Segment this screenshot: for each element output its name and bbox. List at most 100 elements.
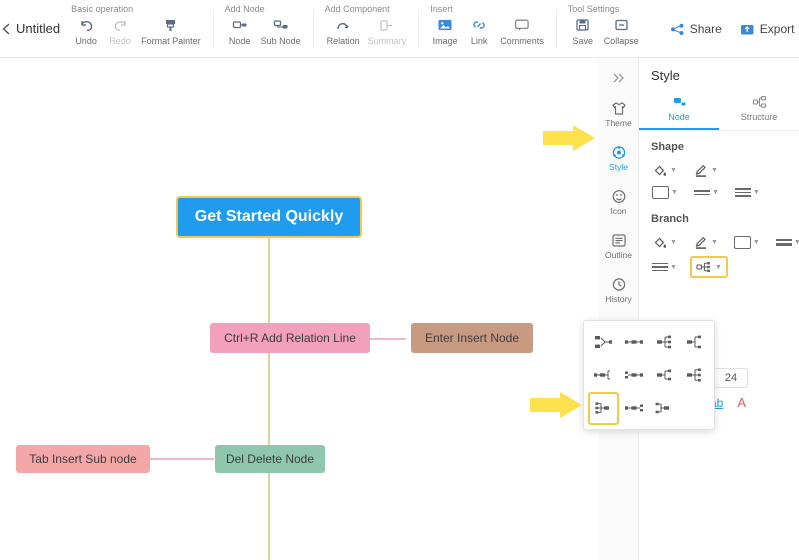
structure-option-empty — [680, 392, 711, 425]
mindmap-node-enter-insert[interactable]: Enter Insert Node — [411, 323, 533, 353]
branch-shape-control[interactable]: ▼ — [731, 234, 763, 251]
theme-shirt-icon — [611, 101, 627, 116]
structure-option[interactable] — [619, 325, 650, 358]
sub-node-icon — [273, 16, 289, 34]
format-painter-icon — [163, 16, 178, 34]
group-title: Add Node — [224, 4, 265, 14]
collapse-icon — [614, 16, 629, 34]
sidebar-item-label: Style — [609, 161, 628, 172]
toolbar-group-add-component: Add Component Relation Summary — [314, 0, 420, 58]
toolbar-group-add-node: Add Node Node Sub Node — [214, 0, 314, 58]
tab-structure[interactable]: Structure — [719, 91, 799, 130]
add-relation-button[interactable]: Relation — [323, 16, 364, 46]
toolbar-group-tool-settings: Tool Settings Save Collapse — [557, 0, 652, 58]
paint-bucket-icon — [652, 163, 668, 178]
sidebar-item-outline[interactable]: Outline — [599, 224, 639, 268]
line-weight-icon — [775, 239, 792, 246]
style-palette-icon — [611, 145, 627, 160]
mindmap-node-del-delete[interactable]: Del Delete Node — [215, 445, 325, 473]
paint-bucket-icon — [652, 235, 668, 250]
structure-option-selected[interactable] — [588, 391, 619, 425]
back-chevron-icon — [2, 23, 10, 35]
outline-icon — [611, 233, 627, 248]
structure-option[interactable] — [619, 392, 650, 425]
chevron-down-icon: ▼ — [714, 263, 722, 271]
double-chevron-right-icon — [613, 73, 624, 83]
collapse-label: Collapse — [603, 36, 639, 46]
chevron-down-icon: ▼ — [752, 239, 760, 246]
document-title[interactable]: Untitled — [16, 0, 60, 36]
tab-node-label: Node — [668, 112, 690, 122]
format-painter-button[interactable]: Format Painter — [137, 16, 205, 46]
pen-color-icon — [693, 163, 709, 178]
line-style-icon — [734, 188, 751, 197]
fill-color-control[interactable]: ▼ — [649, 161, 680, 180]
branch-structure-control[interactable]: ▼ — [689, 256, 728, 278]
structure-option[interactable] — [649, 325, 680, 358]
chevron-down-icon: ▼ — [711, 189, 719, 196]
font-color-button[interactable]: A — [737, 395, 746, 410]
branch-section-title: Branch — [651, 213, 689, 225]
redo-button[interactable]: Redo — [103, 16, 137, 46]
mindmap-canvas[interactable]: Get Started Quickly Ctrl+R Add Relation … — [0, 58, 599, 560]
structure-option[interactable] — [680, 358, 711, 391]
mindmap-root-node[interactable]: Get Started Quickly — [176, 196, 362, 238]
branch-fill-control[interactable]: ▼ — [649, 233, 680, 252]
right-icon-rail: Theme Style Icon Outline History — [599, 58, 639, 560]
structure-option[interactable] — [588, 358, 619, 391]
insert-link-button[interactable]: Link — [462, 16, 496, 46]
panel-collapse-button[interactable] — [599, 64, 639, 92]
arrow-to-structure-option — [530, 392, 584, 422]
insert-comments-button[interactable]: Comments — [496, 16, 548, 46]
sidebar-item-style[interactable]: Style — [599, 136, 639, 180]
panel-title: Style — [651, 68, 680, 83]
chevron-down-icon: ▼ — [793, 239, 799, 246]
text-color-control[interactable]: ▼ — [690, 161, 721, 180]
chevron-down-icon: ▼ — [670, 263, 677, 271]
sidebar-item-history[interactable]: History — [599, 268, 639, 312]
border-color-icon — [693, 189, 710, 196]
redo-icon — [112, 16, 129, 34]
structure-option[interactable] — [588, 325, 619, 358]
add-node-button[interactable]: Node — [223, 16, 257, 46]
sidebar-item-icon[interactable]: Icon — [599, 180, 639, 224]
font-size-input[interactable]: 24 — [713, 368, 749, 388]
shape-section-title: Shape — [651, 141, 685, 153]
border-style-control[interactable]: ▼ — [732, 186, 763, 199]
top-toolbar: Untitled Basic operation Undo Redo Forma… — [0, 0, 799, 58]
export-button[interactable]: Export — [740, 22, 794, 36]
toolbar-right-actions: Share Export — [652, 0, 799, 58]
back-button[interactable] — [0, 0, 12, 58]
branch-structure-popup[interactable] — [583, 320, 715, 430]
add-summary-button[interactable]: Summary — [364, 16, 411, 46]
collapse-button[interactable]: Collapse — [600, 16, 643, 46]
add-sub-node-button[interactable]: Sub Node — [257, 16, 305, 46]
mindmap-node-add-relation-line[interactable]: Ctrl+R Add Relation Line — [210, 323, 370, 353]
branch-structure-icon — [696, 260, 713, 274]
undo-button[interactable]: Undo — [69, 16, 103, 46]
history-clock-icon — [611, 277, 627, 292]
border-color-control[interactable]: ▼ — [691, 187, 722, 198]
mindmap-node-tab-insert-sub[interactable]: Tab Insert Sub node — [16, 445, 150, 473]
insert-image-button[interactable]: Image — [428, 16, 462, 46]
share-button[interactable]: Share — [670, 22, 722, 36]
format-painter-label: Format Painter — [141, 36, 201, 46]
style-panel: Style Node Structure Shape ▼ ▼ ▼ ▼ ▼ Bra… — [639, 58, 799, 560]
shape-controls-row-1: ▼ ▼ — [639, 159, 799, 182]
summary-icon — [379, 16, 395, 34]
save-button[interactable]: Save — [566, 16, 600, 46]
branch-weight-control[interactable]: ▼ — [773, 237, 799, 248]
branch-line-mid — [268, 338, 270, 458]
tab-node[interactable]: Node — [639, 91, 719, 130]
node-icon — [232, 16, 248, 34]
structure-option[interactable] — [649, 392, 680, 425]
structure-tab-icon — [752, 95, 767, 109]
structure-option[interactable] — [619, 358, 650, 391]
branch-color-control[interactable]: ▼ — [690, 233, 721, 252]
sidebar-item-theme[interactable]: Theme — [599, 92, 639, 136]
branch-line-style-control[interactable]: ▼ — [649, 261, 680, 274]
structure-option[interactable] — [680, 325, 711, 358]
relation-icon — [335, 16, 351, 34]
shape-type-control[interactable]: ▼ — [649, 184, 681, 201]
structure-option[interactable] — [649, 358, 680, 391]
